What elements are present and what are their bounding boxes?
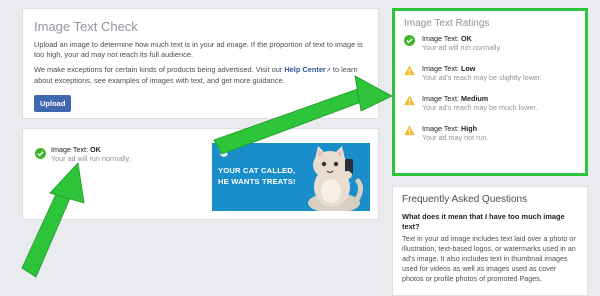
help-center-link[interactable]: Help Center — [284, 65, 325, 74]
check-title: Image Text Check — [34, 19, 138, 34]
warning-icon — [404, 95, 415, 106]
rating-medium: Image Text: Medium Your ad's reach may b… — [404, 94, 576, 113]
rating-subtitle: Your ad will run normally. — [422, 43, 502, 52]
rating-subtitle: Your ad may not run. — [422, 133, 489, 142]
result-title: Image Text: OK — [51, 145, 101, 154]
warning-icon — [404, 65, 415, 76]
faq-answer: Text in your ad image includes text laid… — [402, 234, 576, 283]
faq-question[interactable]: What does it mean that I have too much i… — [402, 212, 578, 232]
result-subtitle: Your ad will run normally. — [51, 154, 131, 163]
paw-icon — [218, 146, 230, 157]
result-card: Image Text: OK Your ad will run normally… — [22, 128, 379, 220]
rating-ok: Image Text: OK Your ad will run normally… — [404, 34, 576, 53]
upload-button[interactable]: Upload — [34, 95, 72, 112]
warning-icon — [404, 125, 415, 136]
ad-headline: YOUR CAT CALLED, HE WANTS TREATS! — [218, 166, 296, 186]
rating-title: Image Text: Low — [422, 64, 476, 73]
rating-title: Image Text: High — [422, 124, 477, 133]
rating-title: Image Text: OK — [422, 34, 472, 43]
check-description: Upload an image to determine how much te… — [34, 40, 363, 59]
ad-image-preview: YOUR CAT CALLED, HE WANTS TREATS! — [212, 143, 370, 211]
result-level: OK — [90, 145, 101, 154]
faq-title: Frequently Asked Questions — [402, 194, 528, 205]
exceptions-pre: We make exceptions for certain kinds of … — [34, 65, 285, 74]
rating-subtitle: Your ad's reach may be slightly lower. — [422, 73, 542, 82]
image-text-ratings-card: Image Text Ratings Image Text: OK Your a… — [392, 8, 588, 176]
image-text-check-card: Image Text Check Upload an image to dete… — [22, 8, 379, 119]
ratings-title: Image Text Ratings — [404, 18, 490, 29]
rating-low: Image Text: Low Your ad's reach may be s… — [404, 64, 576, 83]
rating-title: Image Text: Medium — [422, 94, 489, 103]
result-status: Image Text: OK Your ad will run normally… — [35, 145, 131, 164]
cat-illustration — [308, 146, 364, 211]
rating-high: Image Text: High Your ad may not run. — [404, 124, 576, 143]
rating-subtitle: Your ad's reach may be much lower. — [422, 103, 538, 112]
check-circle-icon — [404, 35, 415, 46]
check-circle-icon — [35, 148, 46, 159]
faq-card: Frequently Asked Questions What does it … — [392, 186, 588, 296]
exceptions-text: We make exceptions for certain kinds of … — [34, 65, 367, 86]
